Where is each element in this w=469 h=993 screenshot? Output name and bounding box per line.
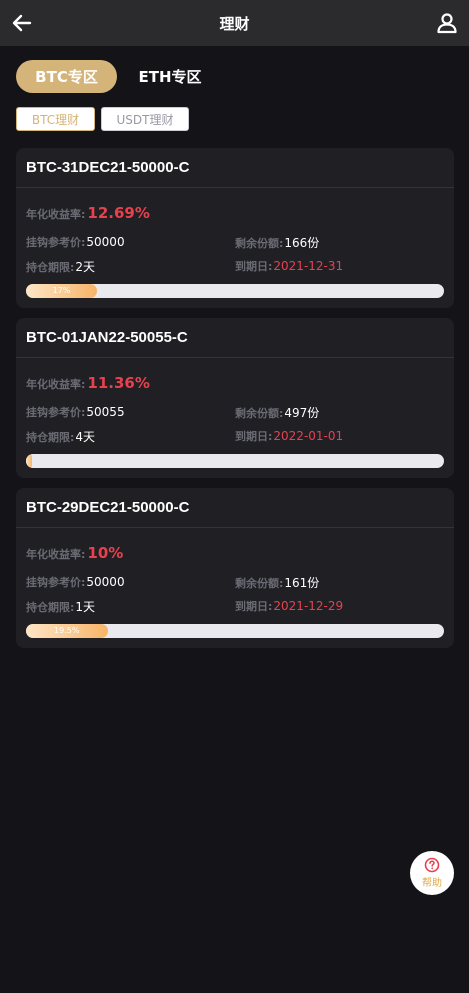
rate-row: 年化收益率: 11.36% [26, 374, 150, 392]
progress-text: 17% [52, 286, 71, 295]
period-row: 持仓期限: 2天 [26, 258, 95, 275]
ref-price-value: 50000 [86, 575, 125, 589]
ref-price-value: 50055 [86, 405, 125, 419]
remaining-value: 161份 [284, 576, 320, 590]
period-label: 持仓期限: [26, 601, 75, 614]
ref-price-row: 挂钩参考价: 50000 [26, 234, 125, 250]
product-type-tabs: BTC理财 USDT理财 [16, 107, 189, 131]
period-row: 持仓期限: 1天 [26, 598, 95, 615]
user-icon [437, 13, 457, 34]
divider [16, 527, 454, 528]
rate-value: 12.69% [87, 204, 150, 222]
back-button[interactable] [10, 11, 34, 35]
expiry-label: 到期日: [235, 600, 273, 613]
remaining-value: 497份 [284, 406, 320, 420]
ref-price-label: 挂钩参考价: [26, 236, 86, 249]
ref-price-row: 挂钩参考价: 50055 [26, 404, 125, 420]
help-button[interactable]: 帮助 [410, 851, 454, 895]
progress-text: 19.5% [54, 626, 80, 635]
expiry-row: 到期日: 2022-01-01 [235, 428, 343, 444]
product-card[interactable]: BTC-01JAN22-50055-C 年化收益率: 11.36% 挂钩参考价:… [16, 318, 454, 478]
progress-fill: 17% [26, 284, 98, 298]
remaining-value: 166份 [284, 236, 320, 250]
arrow-left-icon [12, 14, 32, 32]
expiry-value: 2021-12-29 [273, 599, 344, 613]
expiry-value: 2022-01-01 [273, 429, 344, 443]
progress-bar [26, 454, 444, 468]
product-card[interactable]: BTC-29DEC21-50000-C 年化收益率: 10% 挂钩参考价: 50… [16, 488, 454, 648]
expiry-row: 到期日: 2021-12-29 [235, 598, 343, 614]
expiry-label: 到期日: [235, 430, 273, 443]
period-value: 1天 [75, 600, 96, 614]
zone-tabs: BTC专区 ETH专区 [16, 60, 215, 93]
remaining-row: 剩余份额: 161份 [235, 574, 319, 591]
top-bar: 理财 [0, 0, 469, 46]
tab-eth-zone[interactable]: ETH专区 [125, 60, 215, 93]
period-row: 持仓期限: 4天 [26, 428, 95, 445]
page-title: 理财 [219, 14, 250, 33]
ref-price-label: 挂钩参考价: [26, 406, 86, 419]
rate-label: 年化收益率: [26, 548, 86, 561]
question-circle-icon [424, 857, 440, 873]
expiry-label: 到期日: [235, 260, 273, 273]
divider [16, 187, 454, 188]
period-label: 持仓期限: [26, 261, 75, 274]
rate-row: 年化收益率: 10% [26, 544, 123, 562]
rate-label: 年化收益率: [26, 208, 86, 221]
ref-price-row: 挂钩参考价: 50000 [26, 574, 125, 590]
ref-price-label: 挂钩参考价: [26, 576, 86, 589]
divider [16, 357, 454, 358]
remaining-label: 剩余份额: [235, 407, 284, 420]
remaining-label: 剩余份额: [235, 577, 284, 590]
period-value: 2天 [75, 260, 96, 274]
rate-value: 11.36% [87, 374, 150, 392]
progress-fill: 19.5% [26, 624, 108, 638]
rate-value: 10% [87, 544, 124, 562]
rate-row: 年化收益率: 12.69% [26, 204, 150, 222]
rate-label: 年化收益率: [26, 378, 86, 391]
product-name: BTC-29DEC21-50000-C [26, 499, 190, 516]
ref-price-value: 50000 [86, 235, 125, 249]
help-label: 帮助 [422, 878, 442, 889]
expiry-row: 到期日: 2021-12-31 [235, 258, 343, 274]
remaining-label: 剩余份额: [235, 237, 284, 250]
tab-btc-finance[interactable]: BTC理财 [16, 107, 95, 131]
period-label: 持仓期限: [26, 431, 75, 444]
user-button[interactable] [435, 11, 459, 35]
product-name: BTC-31DEC21-50000-C [26, 159, 190, 176]
remaining-row: 剩余份额: 166份 [235, 234, 319, 251]
progress-bar: 17% [26, 284, 444, 298]
progress-fill [26, 454, 33, 468]
expiry-value: 2021-12-31 [273, 259, 344, 273]
tab-usdt-finance[interactable]: USDT理财 [101, 107, 189, 131]
progress-text [26, 454, 32, 468]
tab-btc-zone[interactable]: BTC专区 [16, 60, 117, 93]
progress-bar: 19.5% [26, 624, 444, 638]
product-name: BTC-01JAN22-50055-C [26, 329, 188, 346]
remaining-row: 剩余份额: 497份 [235, 404, 319, 421]
product-card[interactable]: BTC-31DEC21-50000-C 年化收益率: 12.69% 挂钩参考价:… [16, 148, 454, 308]
period-value: 4天 [75, 430, 96, 444]
